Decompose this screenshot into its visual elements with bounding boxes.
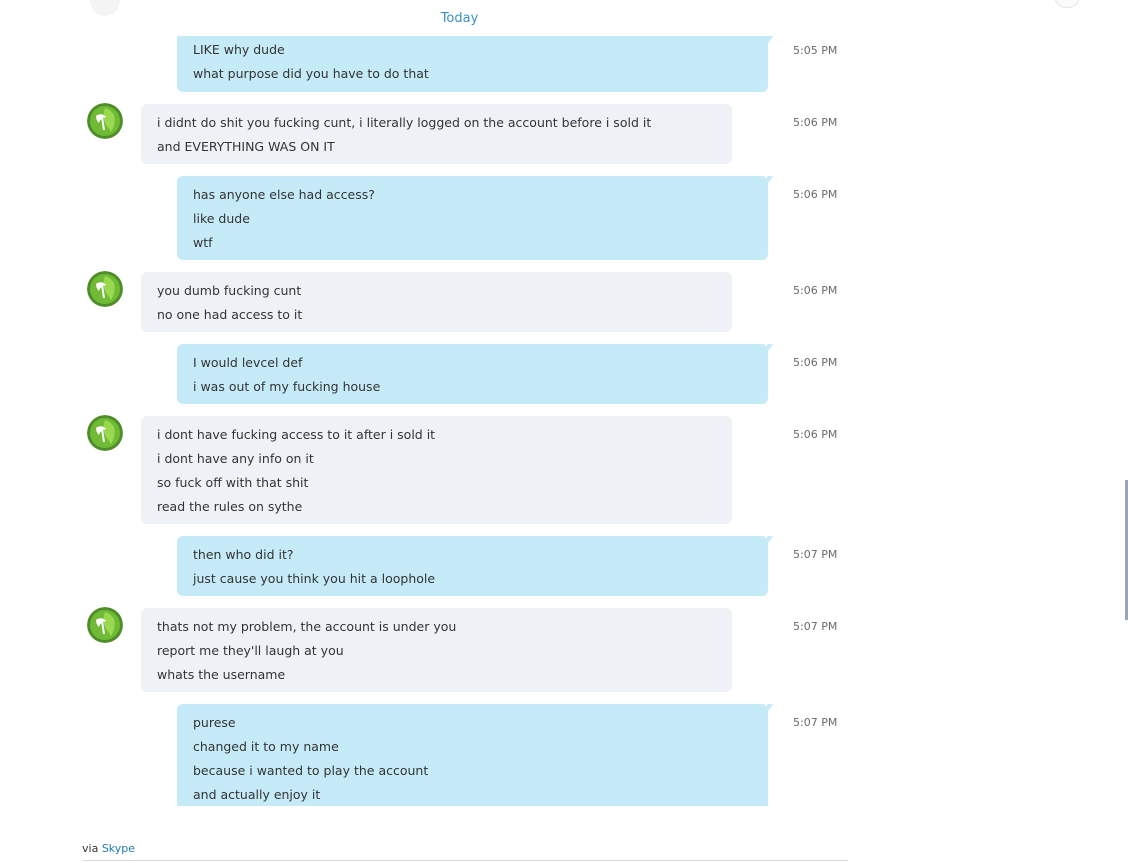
contact-avatar[interactable] [87, 415, 123, 451]
skype-link[interactable]: Skype [102, 842, 135, 855]
message-text: whats the username [157, 667, 286, 682]
message-text: you dumb fucking cunt [157, 283, 302, 298]
message-text: purese [193, 715, 236, 730]
message-text: thats not my problem, the account is und… [157, 619, 457, 634]
message-text: like dude [193, 211, 250, 226]
message-bubble-incoming: you dumb fucking cunt no one had access … [141, 272, 732, 332]
green-leaf-avatar-icon [87, 103, 123, 139]
partial-avatar [90, 0, 120, 16]
message-bubble-incoming: thats not my problem, the account is und… [141, 608, 732, 692]
attribution-prefix: via [82, 842, 99, 855]
message-bubble-outgoing: has anyone else had access? like dude wt… [177, 176, 773, 260]
message-bubble-outgoing: LIKE why dude what purpose did you have … [177, 36, 773, 92]
message-text: i was out of my fucking house [193, 379, 381, 394]
message-text: no one had access to it [157, 307, 303, 322]
message-bubble-outgoing: then who did it? just cause you think yo… [177, 536, 773, 596]
message-text: and EVERYTHING WAS ON IT [157, 139, 335, 154]
message-text: then who did it? [193, 547, 294, 562]
green-leaf-avatar-icon [87, 607, 123, 643]
message-timestamp: 5:06 PM [793, 284, 838, 297]
green-leaf-avatar-icon [87, 271, 123, 307]
message-text: i dont have any info on it [157, 451, 314, 466]
message-timestamp: 5:06 PM [793, 356, 838, 369]
message-timestamp: 5:06 PM [793, 116, 838, 129]
contact-avatar[interactable] [87, 103, 123, 139]
message-timestamp: 5:06 PM [793, 428, 838, 441]
message-timestamp: 5:07 PM [793, 620, 838, 633]
message-text: because i wanted to play the account [193, 763, 429, 778]
partial-profile-icon[interactable] [1055, 0, 1079, 8]
message-text: read the rules on sythe [157, 499, 303, 514]
message-text: just cause you think you hit a loophole [193, 571, 436, 586]
message-text: i didnt do shit you fucking cunt, i lite… [157, 115, 652, 130]
contact-avatar[interactable] [87, 271, 123, 307]
message-text: i dont have fucking access to it after i… [157, 427, 436, 442]
source-attribution: via Skype [82, 842, 135, 855]
message-timestamp: 5:05 PM [793, 44, 838, 57]
message-text: report me they'll laugh at you [157, 643, 344, 658]
message-text: and actually enjoy it [193, 787, 321, 802]
message-bubble-incoming: i dont have fucking access to it after i… [141, 416, 732, 524]
message-timestamp: 5:07 PM [793, 716, 838, 729]
message-timestamp: 5:06 PM [793, 188, 838, 201]
day-separator-label: Today [440, 11, 479, 26]
message-bubble-outgoing: I would levcel def i was out of my fucki… [177, 344, 773, 404]
message-text: wtf [193, 235, 213, 250]
chat-window: Today LIKE why dude what purpose did you… [0, 0, 1128, 863]
message-text: what purpose did you have to do that [193, 66, 429, 81]
message-text: so fuck off with that shit [157, 475, 309, 490]
message-bubble-outgoing: purese changed it to my name because i w… [177, 704, 773, 806]
green-leaf-avatar-icon [87, 415, 123, 451]
message-bubble-incoming: i didnt do shit you fucking cunt, i lite… [141, 104, 732, 164]
footer-divider [82, 860, 848, 861]
message-text: changed it to my name [193, 739, 339, 754]
message-text: I would levcel def [193, 355, 303, 370]
message-timestamp: 5:07 PM [793, 548, 838, 561]
message-text: LIKE why dude [193, 42, 285, 57]
contact-avatar[interactable] [87, 607, 123, 643]
message-text: has anyone else had access? [193, 187, 375, 202]
